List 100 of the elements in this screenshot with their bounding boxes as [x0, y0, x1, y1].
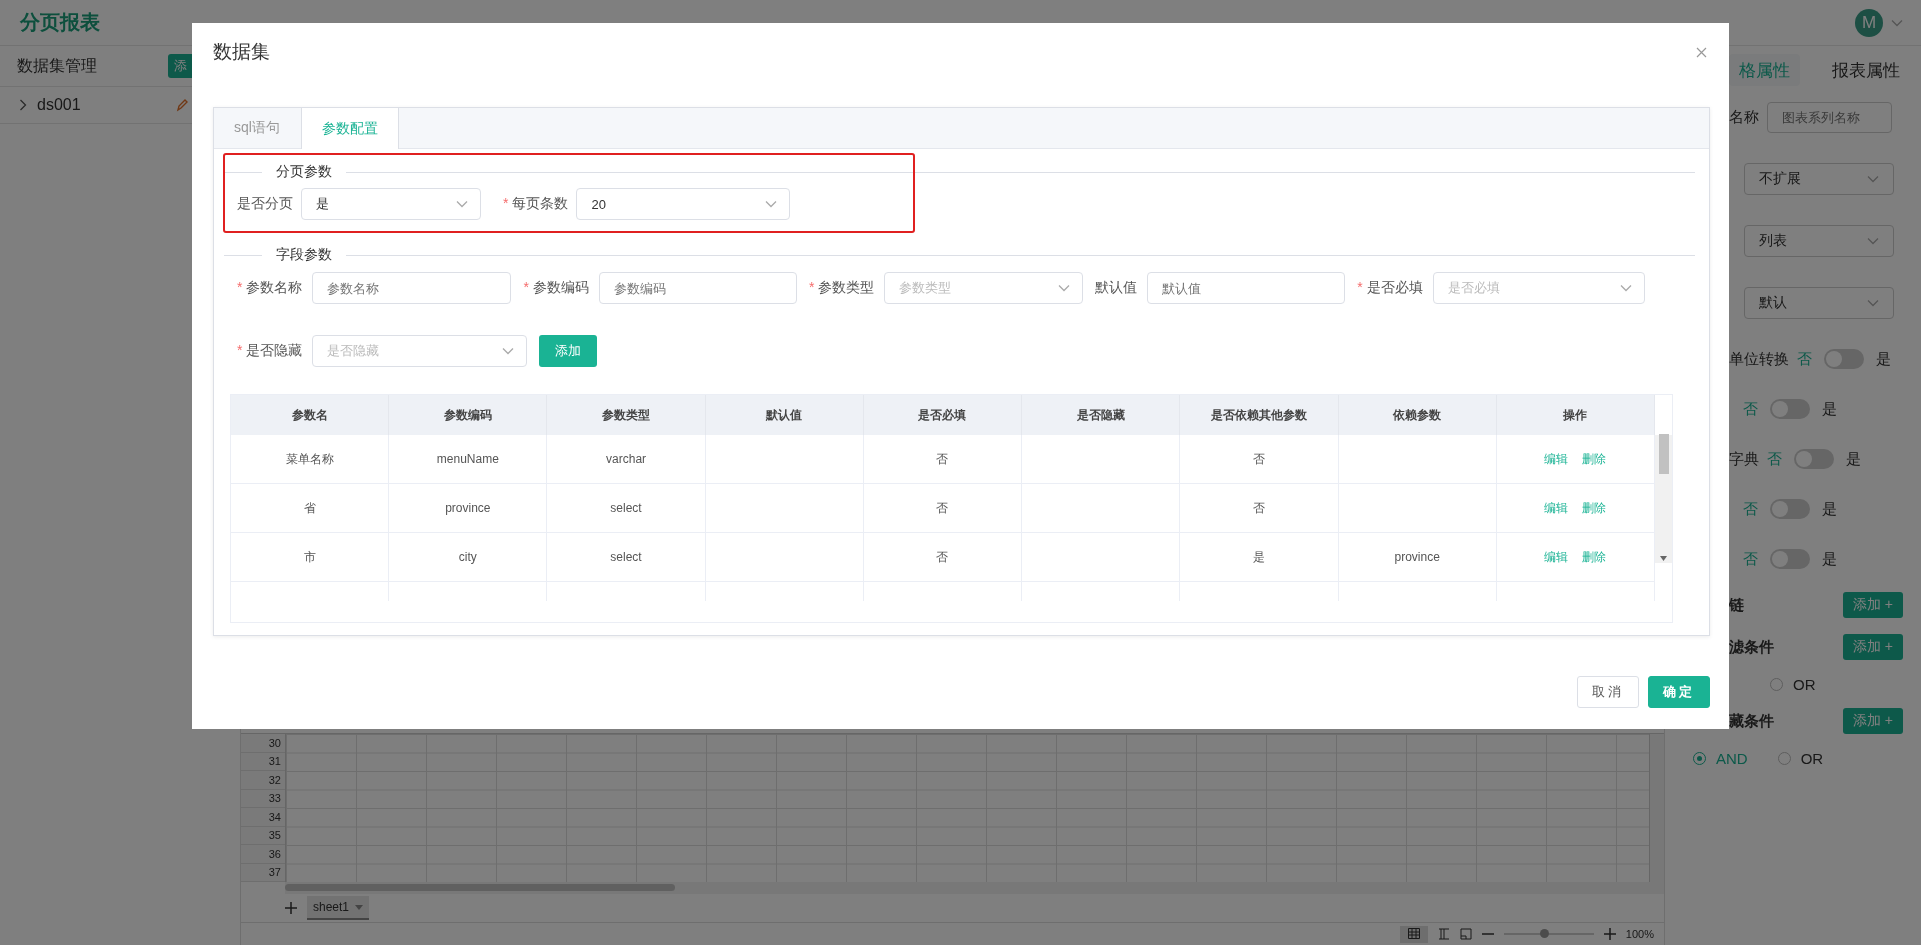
toggle-off-label: 否 — [1743, 499, 1758, 519]
required-mark: * — [237, 342, 243, 360]
sheet-tab[interactable]: sheet1 — [307, 896, 370, 920]
table-cell: province — [1338, 533, 1497, 582]
scrollbar-thumb[interactable] — [285, 884, 675, 891]
chevron-icon[interactable] — [19, 99, 27, 111]
chevron-down-icon — [1058, 284, 1071, 292]
field-label: 单位转换 — [1729, 349, 1789, 369]
chevron-down-icon — [1867, 299, 1879, 307]
select-field[interactable]: 20 — [576, 188, 791, 220]
table-cell: varchar — [547, 435, 706, 484]
pencil-icon[interactable] — [176, 98, 188, 112]
add-button[interactable]: 添加 + — [1842, 708, 1903, 734]
action-link[interactable]: 删除 — [1582, 499, 1607, 517]
select-field[interactable]: 是 — [301, 188, 481, 220]
plus-icon[interactable] — [1603, 928, 1616, 940]
table-cell: 否 — [863, 533, 1023, 582]
caret-icon[interactable] — [355, 904, 364, 910]
toggle-switch[interactable] — [1770, 399, 1810, 419]
grid-icon[interactable] — [1407, 927, 1420, 939]
row-number: 30 — [241, 734, 285, 753]
row-number: 34 — [241, 808, 285, 827]
page-icon[interactable] — [1459, 928, 1472, 940]
table-cell: select — [547, 533, 706, 582]
select-field[interactable]: 不扩展 — [1744, 163, 1894, 195]
table-cell: 否 — [863, 435, 1023, 484]
table-cell: 否 — [1180, 435, 1339, 484]
input-field[interactable]: 默认值 — [1147, 272, 1346, 304]
table-cell: city — [389, 533, 548, 582]
chevron-down-icon — [502, 347, 515, 355]
column-header: 是否隐藏 — [1076, 406, 1125, 424]
field-label: 是否分页 — [237, 195, 293, 213]
toggle-switch[interactable] — [1824, 349, 1864, 369]
action-link[interactable]: 删除 — [1582, 548, 1607, 566]
section-label: 滤条件 — [1729, 637, 1774, 657]
required-mark: * — [1357, 279, 1363, 297]
action-link[interactable]: 编辑 — [1544, 499, 1569, 517]
select-field[interactable]: 参数类型 — [884, 272, 1084, 304]
toggle-switch[interactable] — [1770, 549, 1810, 569]
select-field[interactable]: 是否必填 — [1432, 272, 1645, 304]
panel-title: 数据集管理 — [17, 55, 97, 76]
input-field[interactable]: 图表系列名称 — [1767, 101, 1892, 133]
column-header: 依赖参数 — [1393, 406, 1442, 424]
panel-tab[interactable]: 报表属性 — [1822, 54, 1910, 86]
panel-tab[interactable]: 格属性 — [1729, 54, 1800, 86]
section-title: 分页参数 — [276, 163, 332, 181]
chevron-down-icon — [1619, 284, 1632, 292]
table-cell: 市 — [231, 533, 390, 582]
field-label: 每页条数 — [512, 195, 569, 213]
field-label: 参数编码 — [532, 279, 589, 297]
table-cell: select — [547, 484, 706, 533]
table-cell: menuName — [389, 435, 548, 484]
column-header: 参数名 — [291, 406, 328, 424]
input-field[interactable]: 参数编码 — [598, 272, 797, 304]
table-cell: 否 — [1180, 484, 1339, 533]
confirm-button[interactable]: 确定 — [1648, 676, 1710, 708]
radio-label: OR — [1793, 675, 1816, 693]
select-field[interactable]: 是否隐藏 — [312, 335, 528, 367]
toggle-on-label: 是 — [1822, 549, 1837, 569]
add-icon[interactable] — [285, 902, 297, 914]
section-label: 藏条件 — [1729, 711, 1774, 731]
column-header: 参数编码 — [443, 406, 492, 424]
dialog-tab[interactable]: sql语句 — [214, 108, 301, 148]
radio-label: OR — [1800, 749, 1824, 767]
app-title: 分页报表 — [20, 10, 100, 35]
column-header: 操作 — [1563, 406, 1588, 424]
dialog-tab[interactable]: 参数配置 — [300, 108, 399, 149]
action-link[interactable]: 编辑 — [1544, 450, 1569, 468]
action-link[interactable]: 删除 — [1582, 450, 1607, 468]
action-link[interactable]: 编辑 — [1544, 548, 1569, 566]
cancel-button[interactable]: 取消 — [1577, 676, 1639, 708]
scrollbar-thumb[interactable] — [1658, 434, 1669, 474]
required-mark: * — [503, 195, 509, 213]
add-button[interactable]: 添 — [168, 54, 193, 78]
toggle-switch[interactable] — [1770, 499, 1810, 519]
add-button[interactable]: 添加 — [539, 335, 598, 367]
required-mark: * — [523, 279, 529, 297]
table-cell: province — [389, 484, 548, 533]
add-button[interactable]: 添加 + — [1842, 592, 1903, 618]
input-field[interactable]: 参数名称 — [312, 272, 512, 304]
toggle-switch[interactable] — [1794, 449, 1834, 469]
dataset-item[interactable]: ds001 — [37, 96, 81, 114]
chevron-down-icon — [765, 200, 778, 208]
slider-thumb[interactable] — [1540, 929, 1550, 938]
user-avatar[interactable]: M — [1855, 8, 1883, 37]
close-icon[interactable] — [1696, 46, 1707, 58]
row-number: 36 — [241, 845, 285, 864]
field-label: 字典 — [1729, 449, 1759, 469]
field-label: 参数类型 — [818, 279, 875, 297]
select-field[interactable]: 列表 — [1744, 225, 1894, 257]
column-header: 默认值 — [766, 406, 803, 424]
row-number: 33 — [241, 789, 285, 808]
toggle-on-label: 是 — [1846, 449, 1861, 469]
caret-icon — [1891, 18, 1903, 27]
scroll-down-icon[interactable] — [1660, 556, 1667, 561]
add-button[interactable]: 添加 + — [1842, 634, 1903, 660]
select-field[interactable]: 默认 — [1744, 287, 1894, 319]
page-break-icon[interactable] — [1437, 928, 1450, 940]
section-title: 字段参数 — [276, 246, 332, 264]
section-label: 链 — [1729, 595, 1744, 615]
